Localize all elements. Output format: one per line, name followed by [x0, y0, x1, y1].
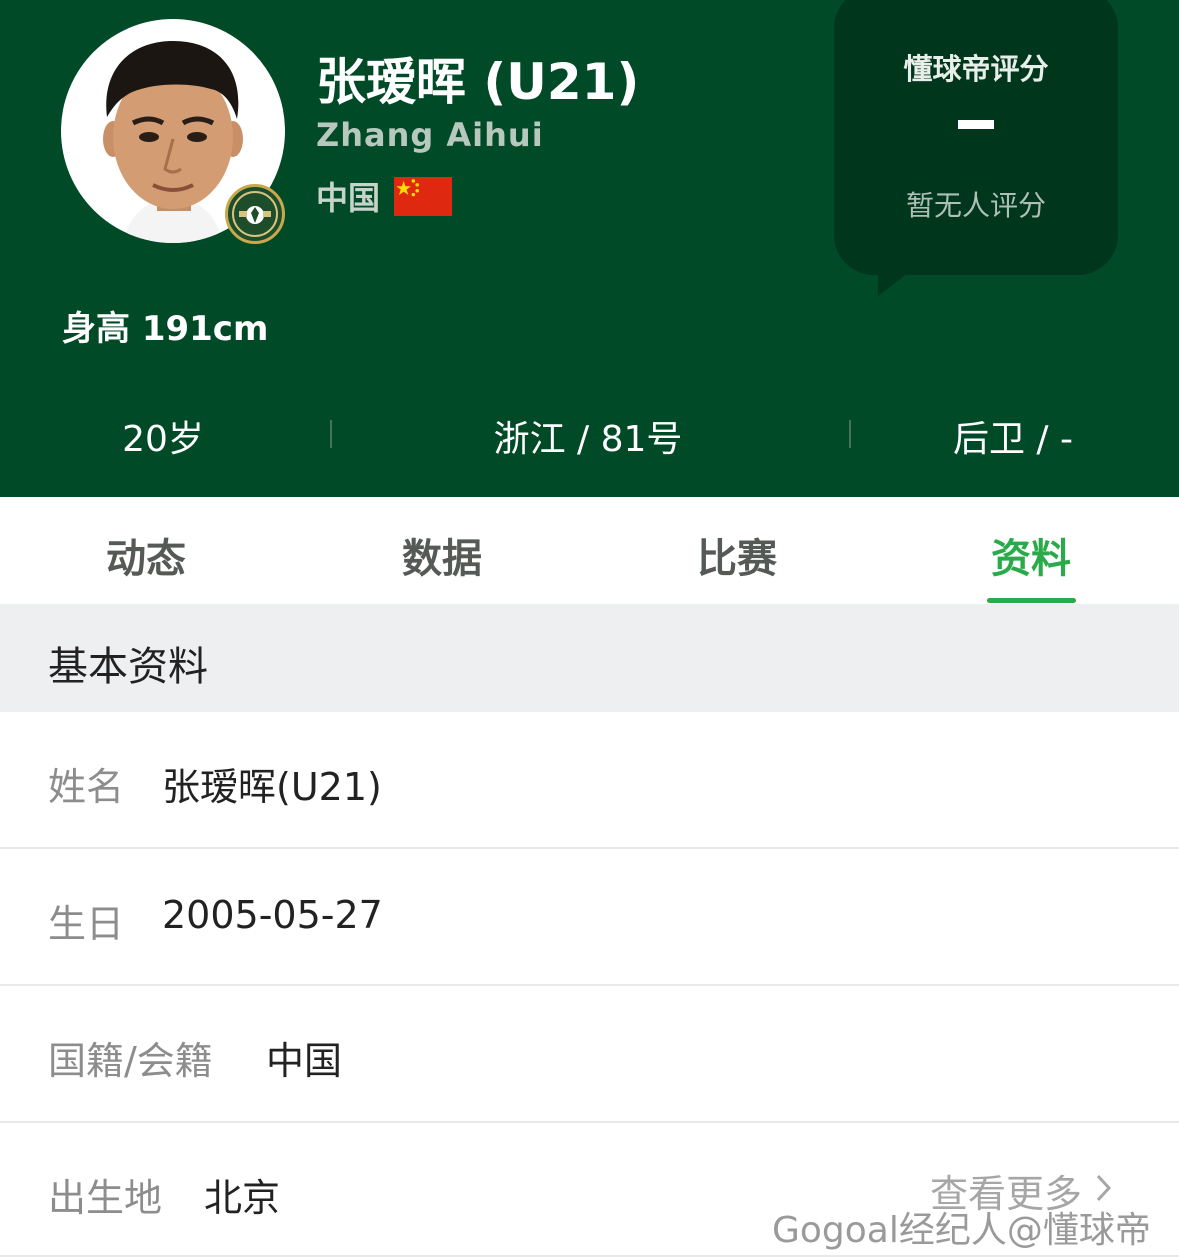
- info-value: 北京: [204, 1176, 281, 1220]
- section-header: 基本资料: [0, 604, 1179, 712]
- player-header: 张瑷晖 (U21) Zhang Aihui 中国 身高 191cm 懂球帝评分 …: [0, 0, 1179, 497]
- info-label: 国籍/会籍: [48, 1039, 213, 1083]
- info-label: 姓名: [48, 765, 125, 809]
- info-label: 出生地: [48, 1176, 163, 1220]
- info-value: 2005-05-27: [162, 893, 383, 937]
- player-avatar[interactable]: [61, 19, 285, 244]
- stat-team-number[interactable]: 浙江 / 81号: [440, 410, 736, 462]
- club-badge-icon: [225, 184, 285, 244]
- stat-age: 20岁: [122, 419, 204, 460]
- rating-value-dash: [958, 120, 994, 129]
- rating-subtitle: 暂无人评分: [905, 189, 1046, 222]
- info-row-name: 姓名 张瑷晖(U21): [0, 712, 1179, 849]
- stat-position: 后卫 / -: [952, 419, 1073, 460]
- rating-title: 懂球帝评分: [903, 52, 1049, 86]
- stat-divider: [330, 420, 332, 448]
- rating-bubble-tail: [878, 270, 912, 296]
- china-flag-icon: [394, 176, 453, 216]
- info-value: 张瑷晖(U21): [162, 765, 382, 809]
- tab-matches[interactable]: 比赛: [647, 526, 827, 584]
- active-tab-indicator: [987, 598, 1076, 603]
- tab-profile[interactable]: 资料: [941, 526, 1121, 584]
- info-label: 生日: [48, 902, 125, 946]
- player-name-english: Zhang Aihui: [316, 116, 544, 154]
- stat-divider: [849, 420, 851, 448]
- country-row: 中国: [316, 173, 453, 219]
- watermark: Gogoal经纪人@懂球帝: [772, 1210, 1151, 1251]
- player-height: 身高 191cm: [62, 309, 269, 349]
- info-value: 中国: [266, 1039, 343, 1083]
- tab-bar: 动态 数据 比赛 资料: [0, 497, 1179, 604]
- tab-dynamics[interactable]: 动态: [56, 526, 236, 584]
- tab-data[interactable]: 数据: [352, 526, 532, 584]
- player-name: 张瑷晖 (U21): [316, 53, 640, 111]
- info-row-birthday: 生日 2005-05-27: [0, 849, 1179, 986]
- stats-row: 20岁 浙江 / 81号 后卫 / -: [0, 410, 1179, 460]
- country-name: 中国: [316, 179, 381, 217]
- rating-card[interactable]: 懂球帝评分 暂无人评分: [834, 0, 1118, 275]
- info-row-nationality: 国籍/会籍 中国: [0, 986, 1179, 1123]
- section-title: 基本资料: [48, 644, 208, 690]
